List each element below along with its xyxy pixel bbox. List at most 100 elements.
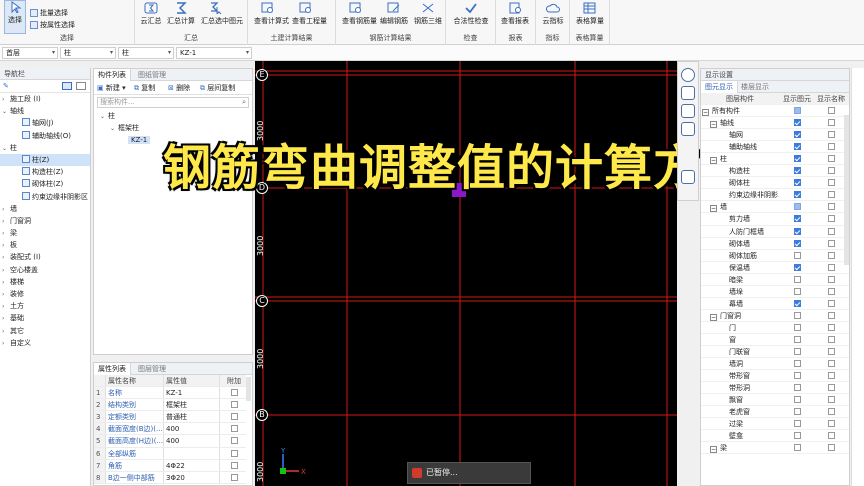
show-element-checkbox[interactable]	[793, 311, 801, 319]
show-element-checkbox[interactable]	[793, 432, 801, 440]
copy-button[interactable]: ⧉ 复制	[134, 83, 155, 93]
nav-item[interactable]: › 板	[0, 239, 90, 251]
property-value[interactable]: 4Φ22	[164, 459, 220, 471]
expand-chevron-icon[interactable]: ⌄	[2, 106, 10, 118]
view-rebar-button[interactable]: 查看钢筋量	[342, 2, 377, 30]
expand-chevron-icon[interactable]: ›	[2, 326, 10, 338]
nav-item[interactable]: 约束边缘非阴影区	[0, 191, 90, 203]
show-element-checkbox[interactable]	[793, 263, 801, 271]
property-value[interactable]: 3Φ20	[164, 471, 220, 483]
nav-item[interactable]: › 基础	[0, 312, 90, 324]
display-settings-icon[interactable]	[681, 170, 695, 184]
show-element-checkbox[interactable]	[793, 251, 801, 259]
show-element-checkbox[interactable]	[793, 107, 801, 115]
display-scrollbar[interactable]	[844, 115, 849, 265]
validity-check-button[interactable]: 合法性检查	[452, 2, 490, 30]
expand-chevron-icon[interactable]: ›	[2, 94, 10, 106]
extra-checkbox[interactable]	[230, 389, 238, 397]
show-name-checkbox[interactable]	[827, 396, 835, 404]
nav-item[interactable]: › 其它	[0, 325, 90, 337]
expand-chevron-icon[interactable]: ⌄	[2, 143, 10, 155]
nav-item[interactable]: › 土方	[0, 300, 90, 312]
display-row[interactable]: 约束边缘非阴影...	[701, 189, 849, 202]
select-button[interactable]: 选择	[4, 0, 26, 34]
display-row[interactable]: 门	[701, 322, 849, 334]
tab-floor-display[interactable]: 楼层显示	[737, 81, 773, 93]
collapse-icon[interactable]: −	[702, 109, 709, 117]
expand-chevron-icon[interactable]: ⌄	[100, 111, 108, 123]
collapse-icon[interactable]: −	[710, 205, 717, 213]
collapse-icon[interactable]: −	[710, 313, 717, 321]
expand-chevron-icon[interactable]: ›	[2, 265, 10, 277]
display-row[interactable]: 暗梁	[701, 274, 849, 286]
nav-item[interactable]: 辅助轴线(O)	[0, 130, 90, 142]
show-element-checkbox[interactable]	[793, 131, 801, 139]
property-row[interactable]: 8 B边一侧中部筋 3Φ20	[94, 471, 246, 484]
rebar-3d-button[interactable]: 钢筋三维	[414, 2, 442, 30]
show-element-checkbox[interactable]	[793, 347, 801, 355]
show-name-checkbox[interactable]	[827, 408, 835, 416]
display-row[interactable]: 老虎窗	[701, 406, 849, 419]
nav-item[interactable]: › 施工段 (I)	[0, 93, 90, 105]
nav-item[interactable]: › 装修	[0, 288, 90, 300]
orbit-icon[interactable]	[681, 68, 695, 82]
show-element-checkbox[interactable]	[793, 299, 801, 307]
show-name-checkbox[interactable]	[827, 179, 835, 187]
property-row[interactable]: 7 角筋 4Φ22	[94, 459, 246, 472]
show-name-checkbox[interactable]	[827, 239, 835, 247]
table-calc-button[interactable]: 表格算量	[576, 2, 604, 30]
show-element-checkbox[interactable]	[793, 372, 801, 380]
type-select[interactable]: 柱 ▾	[118, 47, 174, 59]
show-name-checkbox[interactable]	[827, 444, 835, 452]
floor-copy-button[interactable]: ⧉ 层间复制	[200, 83, 235, 93]
expand-chevron-icon[interactable]: ›	[2, 252, 10, 264]
layer-icon[interactable]	[681, 122, 695, 136]
property-row[interactable]: 6 全部纵筋	[94, 447, 246, 460]
property-value[interactable]: 普通柱	[164, 411, 220, 423]
cloud-index-button[interactable]: 云指标	[539, 2, 567, 30]
display-row[interactable]: 飘窗	[701, 394, 849, 407]
nav-item[interactable]: 轴网(J)	[0, 117, 90, 129]
property-row[interactable]: 4 截面宽度(B边)(... 400	[94, 423, 246, 436]
nav-item[interactable]: › 墙	[0, 203, 90, 215]
display-row[interactable]: − 墙	[701, 201, 849, 214]
nav-item[interactable]: 柱(Z)	[0, 153, 90, 167]
display-row[interactable]: 砌体加筋	[701, 250, 849, 262]
tab-component-list[interactable]: 构件列表	[94, 69, 131, 81]
cloud-summary-button[interactable]: 云汇总	[137, 2, 165, 30]
component-select[interactable]: KZ-1 ▾	[176, 47, 252, 59]
show-element-checkbox[interactable]	[793, 167, 801, 175]
show-name-checkbox[interactable]	[827, 263, 835, 271]
display-row[interactable]: 辅助轴线	[701, 141, 849, 154]
expand-chevron-icon[interactable]: ›	[2, 277, 10, 289]
expand-chevron-icon[interactable]: ›	[2, 301, 10, 313]
delete-button[interactable]: ⊠ 删除	[168, 83, 190, 93]
property-value[interactable]: 400	[164, 435, 220, 447]
expand-chevron-icon[interactable]: ›	[2, 289, 10, 301]
show-element-checkbox[interactable]	[793, 444, 801, 452]
display-row[interactable]: 壁龛	[701, 430, 849, 443]
show-name-checkbox[interactable]	[827, 107, 835, 115]
attr-select-button[interactable]: 按属性选择	[30, 20, 75, 30]
cube-top-icon[interactable]	[681, 104, 695, 118]
show-element-checkbox[interactable]	[793, 203, 801, 211]
display-row[interactable]: 带形洞	[701, 382, 849, 395]
show-element-checkbox[interactable]	[793, 335, 801, 343]
property-value[interactable]	[164, 447, 220, 459]
list-view-icon[interactable]	[62, 82, 72, 90]
extra-checkbox[interactable]	[230, 473, 238, 481]
show-name-checkbox[interactable]	[827, 167, 835, 175]
edit-rebar-button[interactable]: 编辑钢筋	[380, 2, 408, 30]
summary-selected-button[interactable]: 汇总选中图元	[201, 2, 243, 30]
show-element-checkbox[interactable]	[793, 191, 801, 199]
show-element-checkbox[interactable]	[793, 155, 801, 163]
show-element-checkbox[interactable]	[793, 227, 801, 235]
show-name-checkbox[interactable]	[827, 432, 835, 440]
component-tree-item[interactable]: ⌄ 柱	[94, 110, 252, 122]
show-name-checkbox[interactable]	[827, 251, 835, 259]
nav-item[interactable]: › 装配式 (I)	[0, 251, 90, 263]
display-row[interactable]: 砌体柱	[701, 177, 849, 190]
display-row[interactable]: − 门窗洞	[701, 310, 849, 322]
show-element-checkbox[interactable]	[793, 275, 801, 283]
extra-checkbox[interactable]	[230, 449, 238, 457]
